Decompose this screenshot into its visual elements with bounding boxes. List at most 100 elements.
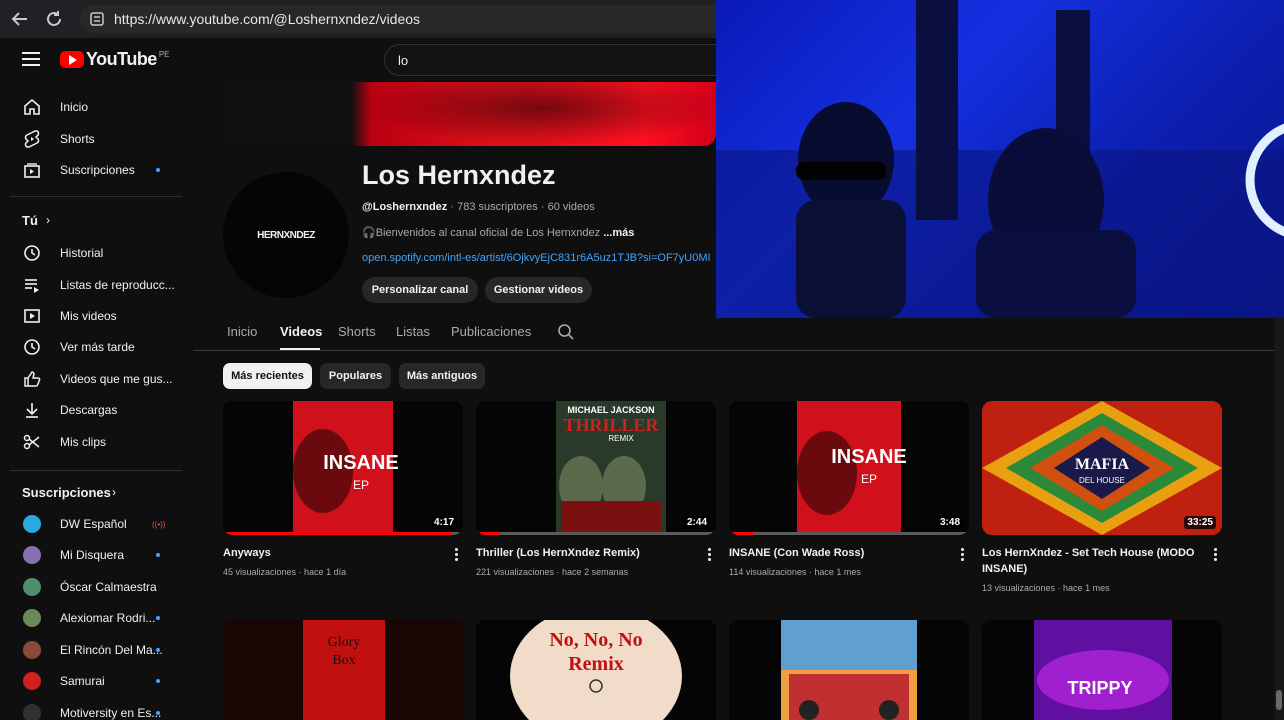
view-count: 45 visualizaciones — [223, 567, 297, 577]
channel-search-icon[interactable] — [557, 323, 575, 341]
back-arrow-icon[interactable] — [6, 5, 34, 33]
liked-videos-icon — [22, 369, 42, 389]
sidebar-item-ver-mas-tarde[interactable]: Ver más tarde — [0, 331, 190, 363]
sidebar-item-mis-clips[interactable]: Mis clips — [0, 426, 190, 458]
new-content-dot — [156, 648, 160, 652]
video-duration: 4:17 — [430, 516, 457, 529]
sidebar-channel-el-rincon[interactable]: El Rincón Del Ma... — [0, 634, 190, 666]
sidebar-subscriptions-heading[interactable]: Suscripciones › — [0, 476, 190, 508]
channel-avatar — [23, 609, 41, 627]
manage-videos-button[interactable]: Gestionar videos — [485, 277, 592, 303]
downloads-icon — [22, 400, 42, 420]
chevron-right-icon: › — [112, 485, 116, 499]
video-thumbnail[interactable] — [729, 620, 969, 720]
tab-inicio[interactable]: Inicio — [227, 324, 257, 339]
video-thumbnail[interactable]: Glory Box — [223, 620, 463, 720]
new-content-dot — [156, 168, 160, 172]
channel-avatar-large[interactable]: HERNXNDEZ — [223, 172, 349, 298]
sidebar-channel-dw-espanol[interactable]: DW Español ((•)) — [0, 508, 190, 540]
page-scrollbar[interactable] — [1274, 318, 1284, 720]
sidebar-item-label: Descargas — [60, 403, 118, 417]
sidebar-channel-samurai[interactable]: Samurai — [0, 665, 190, 697]
sidebar-channel-alexiomar[interactable]: Alexiomar Rodri... — [0, 602, 190, 634]
channel-external-link[interactable]: open.spotify.com/intl-es/artist/6OjkvyEj… — [362, 252, 716, 264]
video-duration: 2:44 — [683, 516, 710, 529]
scrollbar-thumb[interactable] — [1276, 690, 1282, 710]
video-thumbnail[interactable]: MAFIA DEL HOUSE 33:25 — [982, 401, 1222, 535]
sidebar-you-heading[interactable]: Tú › — [0, 204, 190, 236]
tab-videos[interactable]: Videos — [280, 324, 322, 339]
sidebar-item-descargas[interactable]: Descargas — [0, 394, 190, 426]
view-count: 221 visualizaciones — [476, 567, 555, 577]
search-input[interactable]: lo — [384, 44, 724, 76]
more-link[interactable]: ...más — [603, 227, 634, 239]
video-title[interactable]: Thriller (Los HernXndez Remix) — [476, 545, 691, 561]
chip-mas-recientes[interactable]: Más recientes — [223, 363, 312, 389]
video-meta: 13 visualizaciones · hace 1 mes — [982, 583, 1110, 593]
sidebar-item-videos-que-me-gustan[interactable]: Videos que me gus... — [0, 363, 190, 395]
channel-tabs: Inicio Videos Shorts Listas Publicacione… — [193, 316, 1280, 351]
sidebar-channel-oscar-calmaestra[interactable]: Óscar Calmaestra — [0, 571, 190, 603]
video-thumbnail[interactable]: MICHAEL JACKSON THRILLER REMIX 2:44 — [476, 401, 716, 535]
more-options-icon[interactable] — [1214, 548, 1218, 562]
new-content-dot — [156, 616, 160, 620]
svg-text:EP: EP — [353, 478, 369, 492]
progress-track — [729, 532, 969, 535]
sidebar-item-label: Ver más tarde — [60, 340, 135, 354]
more-options-icon[interactable] — [961, 548, 965, 562]
live-indicator-icon: ((•)) — [152, 519, 166, 529]
more-options-icon[interactable] — [455, 548, 459, 562]
chip-populares[interactable]: Populares — [320, 363, 391, 389]
video-meta: 45 visualizaciones · hace 1 día — [223, 567, 347, 577]
sidebar-item-label: Alexiomar Rodri... — [60, 611, 156, 625]
sidebar-item-shorts[interactable]: Shorts — [0, 123, 190, 155]
svg-text:EP: EP — [861, 472, 877, 486]
reload-icon[interactable] — [40, 5, 68, 33]
svg-text:Box: Box — [332, 653, 355, 668]
more-options-icon[interactable] — [708, 548, 712, 562]
sidebar-item-suscripciones[interactable]: Suscripciones — [0, 154, 190, 186]
channel-avatar — [23, 672, 41, 690]
channel-meta: @Loshernxndez · 783 suscriptores · 60 vi… — [362, 201, 595, 213]
youtube-play-icon — [60, 51, 84, 68]
sidebar-item-label: Suscripciones — [60, 163, 135, 177]
video-title[interactable]: Anyways — [223, 545, 438, 561]
sidebar: Inicio Shorts Suscripciones Tú › Histori… — [0, 82, 190, 720]
tab-shorts[interactable]: Shorts — [338, 324, 376, 339]
sidebar-item-label: Mis clips — [60, 435, 107, 449]
video-thumbnail[interactable]: TRIPPY — [982, 620, 1222, 720]
video-thumbnail[interactable]: INSANE EP 4:17 — [223, 401, 463, 535]
svg-text:Remix: Remix — [568, 653, 624, 675]
hamburger-menu-icon[interactable] — [22, 52, 40, 66]
new-content-dot — [156, 711, 160, 715]
sidebar-item-label: Historial — [60, 246, 104, 260]
chip-mas-antiguos[interactable]: Más antiguos — [399, 363, 485, 389]
sidebar-item-mis-videos[interactable]: Mis videos — [0, 300, 190, 332]
video-thumbnail[interactable]: No, No, No Remix — [476, 620, 716, 720]
customize-channel-button[interactable]: Personalizar canal — [362, 277, 478, 303]
channel-description[interactable]: 🎧Bienvenidos al canal oficial de Los Her… — [362, 226, 634, 239]
sidebar-channel-motiversity[interactable]: Motiversity en Es... — [0, 697, 190, 720]
svg-text:No, No, No: No, No, No — [549, 629, 642, 651]
tab-listas[interactable]: Listas — [396, 324, 430, 339]
sidebar-item-label: Shorts — [60, 132, 95, 146]
video-thumbnail[interactable]: INSANE EP 3:48 — [729, 401, 969, 535]
site-info-icon[interactable] — [90, 12, 104, 26]
address-bar[interactable]: https://www.youtube.com/@Loshernxndez/vi… — [80, 5, 780, 33]
url-text[interactable]: https://www.youtube.com/@Loshernxndez/vi… — [114, 11, 420, 27]
sidebar-item-listas[interactable]: Listas de reproducc... — [0, 269, 190, 301]
svg-text:REMIX: REMIX — [608, 434, 634, 443]
sidebar-channel-mi-disquera[interactable]: Mi Disquera — [0, 539, 190, 571]
tab-publicaciones[interactable]: Publicaciones — [451, 324, 531, 339]
watch-progress-bar — [729, 532, 753, 535]
sidebar-item-historial[interactable]: Historial — [0, 237, 190, 269]
webcam-video-feed — [716, 0, 1284, 318]
video-title[interactable]: INSANE (Con Wade Ross) — [729, 545, 944, 561]
thumbnail-art-trippy: TRIPPY — [982, 620, 1222, 720]
sidebar-item-inicio[interactable]: Inicio — [0, 91, 190, 123]
sidebar-item-label: Listas de reproducc... — [60, 278, 175, 292]
channel-logo-text: HERNXNDEZ — [257, 229, 315, 241]
youtube-logo[interactable]: YouTube PE — [60, 49, 170, 70]
video-title[interactable]: Los HernXndez - Set Tech House (MODO INS… — [982, 545, 1197, 577]
channel-avatar — [23, 578, 41, 596]
